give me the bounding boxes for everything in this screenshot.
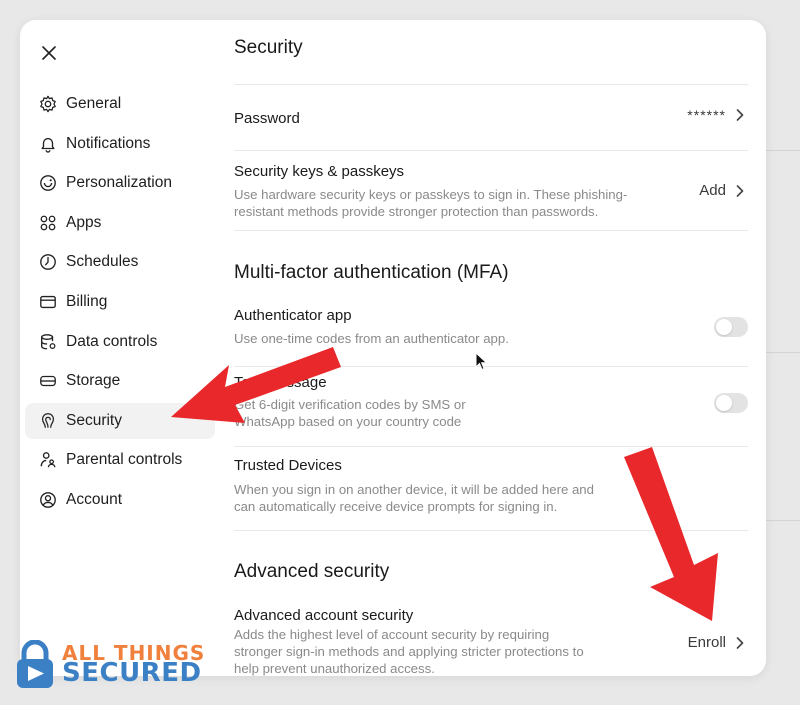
account-icon [38, 490, 58, 510]
sidebar-item-apps[interactable]: Apps [25, 205, 215, 241]
enroll-label: Enroll [687, 634, 726, 651]
sidebar-item-personalization[interactable]: Personalization [25, 165, 215, 201]
password-change-button[interactable]: ****** [687, 107, 744, 123]
security-keys-label: Security keys & passkeys [234, 163, 405, 180]
close-button[interactable] [34, 38, 64, 68]
sidebar-item-parental-controls[interactable]: Parental controls [25, 442, 215, 478]
storage-icon [38, 371, 58, 391]
background-divider [766, 352, 800, 353]
sidebar-item-label: General [66, 95, 122, 112]
password-label: Password [234, 110, 300, 127]
bell-icon [38, 134, 58, 154]
apps-grid-icon [38, 213, 58, 233]
chevron-right-icon [736, 109, 744, 121]
add-security-key-button[interactable]: Add [699, 182, 744, 199]
watermark-line-2: SECURED [62, 658, 202, 689]
mouse-cursor-icon [475, 352, 488, 371]
sidebar-item-label: Storage [66, 372, 121, 390]
divider [234, 230, 748, 231]
divider [234, 150, 748, 151]
sidebar-item-billing[interactable]: Billing [25, 284, 215, 320]
sidebar-item-account[interactable]: Account [25, 482, 215, 518]
close-icon [42, 46, 56, 60]
sidebar-item-general[interactable]: General [25, 86, 215, 122]
page-title: Security [234, 37, 303, 58]
text-message-toggle[interactable] [714, 393, 748, 413]
sidebar-item-label: Account [66, 490, 123, 508]
gear-icon [38, 94, 58, 114]
enroll-button[interactable]: Enroll [688, 634, 744, 651]
arrow-to-security-annotation [171, 347, 341, 423]
advanced-account-security-label: Advanced account security [234, 607, 414, 624]
parental-icon [38, 450, 58, 470]
sidebar-item-label: Personalization [66, 174, 172, 192]
chevron-right-icon [736, 184, 744, 197]
sidebar-item-label: Parental controls [66, 451, 183, 469]
advanced-account-security-description: Adds the highest level of account securi… [234, 627, 584, 676]
sidebar-item-label: Data controls [66, 332, 158, 350]
padlock-logo-icon [17, 640, 53, 688]
arrow-to-enroll-annotation [624, 447, 718, 621]
clock-icon [38, 252, 58, 272]
trusted-devices-label: Trusted Devices [234, 457, 342, 474]
credit-card-icon [38, 292, 58, 312]
all-things-secured-watermark: ALL THINGS SECURED [14, 640, 205, 690]
background-divider [766, 520, 800, 521]
security-icon [38, 411, 58, 431]
sidebar-item-schedules[interactable]: Schedules [25, 244, 215, 280]
advanced-security-heading: Advanced security [234, 561, 390, 582]
sidebar-item-label: Billing [66, 292, 108, 310]
add-label: Add [699, 182, 726, 199]
sidebar-item-notifications[interactable]: Notifications [25, 126, 215, 162]
sidebar-item-label: Notifications [66, 134, 151, 152]
authenticator-app-label: Authenticator app [234, 307, 352, 324]
password-masked-value: ****** [687, 107, 726, 123]
sidebar-item-label: Security [66, 411, 122, 429]
database-icon [38, 332, 58, 352]
sidebar-item-label: Schedules [66, 253, 139, 271]
security-keys-description: Use hardware security keys or passkeys t… [234, 187, 628, 219]
settings-sidebar: General Notifications Personalization Ap… [25, 86, 215, 522]
chevron-right-icon [736, 636, 744, 649]
background-divider [766, 150, 800, 151]
divider [234, 84, 748, 85]
trusted-devices-description: When you sign in on another device, it w… [234, 482, 594, 514]
mfa-heading: Multi-factor authentication (MFA) [234, 262, 509, 283]
authenticator-app-toggle[interactable] [714, 317, 748, 337]
sidebar-item-label: Apps [66, 213, 102, 231]
personalization-icon [38, 173, 58, 193]
